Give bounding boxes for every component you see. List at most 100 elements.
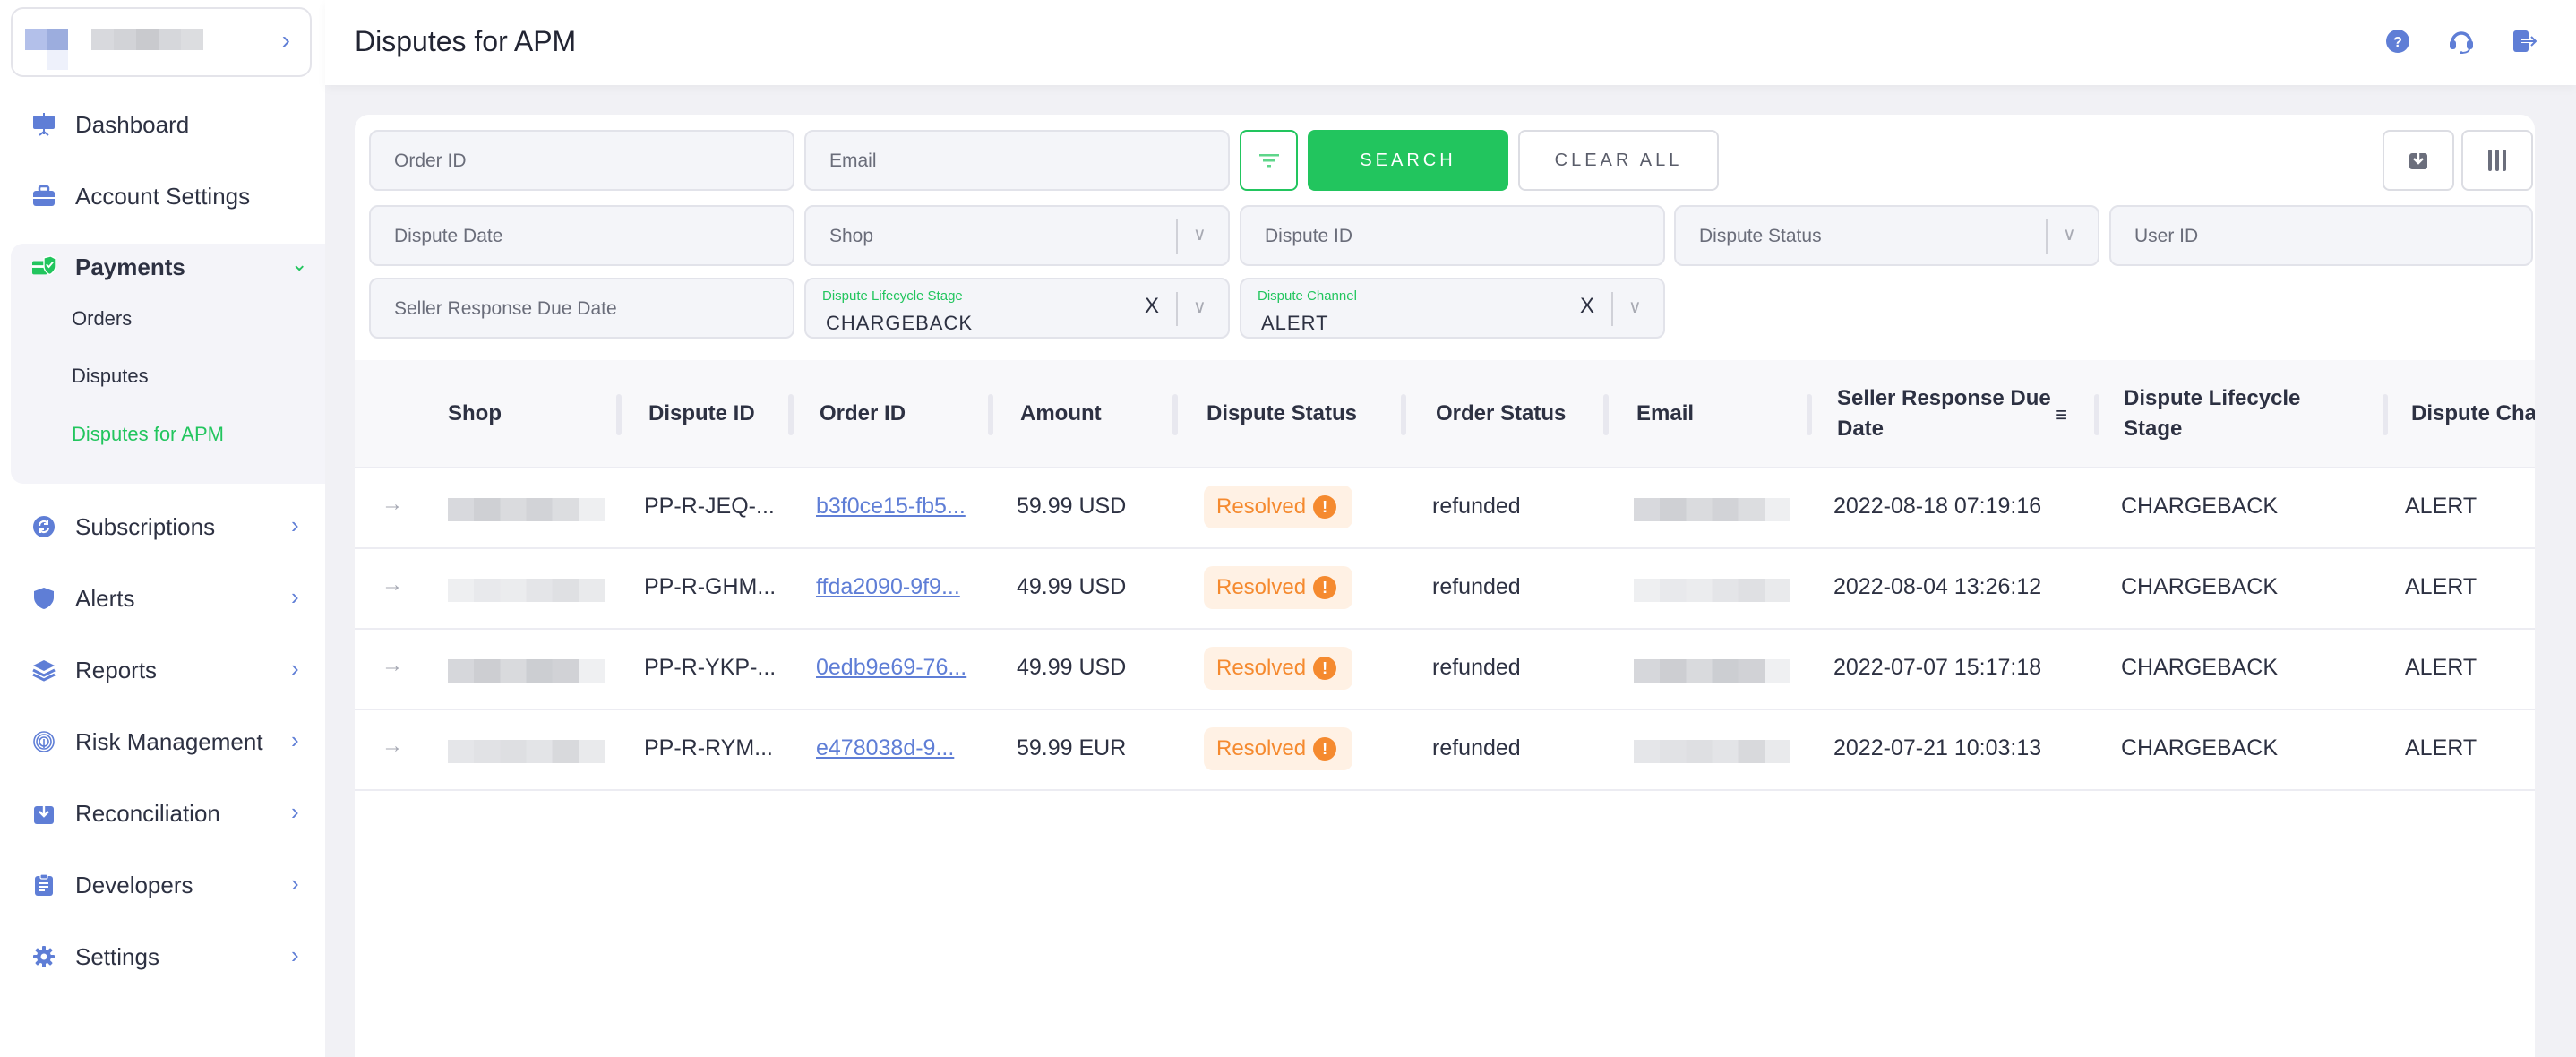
cell-dispute-channel: ALERT — [2405, 574, 2477, 599]
chevron-down-icon[interactable]: ∨ — [1193, 296, 1206, 318]
column-resize-handle[interactable] — [1401, 394, 1406, 435]
dispute-status-select[interactable]: Dispute Status ∨ — [1674, 205, 2099, 266]
cell-order-id-link[interactable]: e478038d-9... — [816, 735, 954, 761]
account-switcher[interactable]: › — [11, 7, 312, 77]
sidebar-subitem-orders[interactable]: Orders — [72, 307, 132, 331]
column-header-seller-response-due-date[interactable]: Seller Response Due Date — [1837, 383, 2070, 444]
column-header-dispute-channel[interactable]: Dispute Cha — [2411, 399, 2535, 429]
expand-row-arrow-icon[interactable]: → — [382, 572, 403, 597]
svg-text:?: ? — [2393, 35, 2402, 50]
expand-row-arrow-icon[interactable]: → — [382, 734, 403, 759]
expand-row-arrow-icon[interactable]: → — [382, 492, 403, 517]
user-id-input[interactable]: User ID — [2109, 205, 2533, 266]
cell-seller-response-due-date: 2022-08-18 07:19:16 — [1833, 494, 2042, 519]
chevron-down-icon[interactable]: ∨ — [2063, 223, 2076, 245]
search-button[interactable]: SEARCH — [1308, 130, 1508, 191]
download-icon — [2409, 150, 2427, 169]
chevron-right-icon[interactable]: › — [291, 941, 299, 969]
table-row[interactable]: → PP-R-RYM... e478038d-9... 59.99 EUR Re… — [355, 710, 2535, 791]
dispute-lifecycle-stage-select[interactable]: Dispute Lifecycle Stage CHARGEBACK X ∨ — [804, 278, 1230, 339]
sidebar: › Dashboard Account Settings Payments ⌄ … — [0, 0, 325, 1057]
order-id-input[interactable]: Order ID — [369, 130, 794, 191]
chevron-right-icon[interactable]: › — [291, 583, 299, 611]
sidebar-item-account-settings[interactable]: Account Settings — [32, 176, 250, 216]
sidebar-item-developers[interactable]: Developers — [32, 865, 193, 905]
headset-icon[interactable] — [2449, 29, 2474, 55]
filter-toggle-button[interactable] — [1240, 130, 1298, 191]
cell-lifecycle-stage: CHARGEBACK — [2121, 574, 2279, 599]
alert-exclamation-icon: ! — [1313, 576, 1337, 599]
columns-button[interactable] — [2461, 130, 2533, 191]
sidebar-item-label: Alerts — [75, 584, 135, 612]
chevron-right-icon[interactable]: › — [291, 655, 299, 683]
columns-icon — [2488, 150, 2506, 171]
column-resize-handle[interactable] — [988, 394, 993, 435]
cell-order-id-link[interactable]: ffda2090-9f9... — [816, 574, 960, 600]
table-row[interactable]: → PP-R-GHM... ffda2090-9f9... 49.99 USD … — [355, 549, 2535, 630]
column-resize-handle[interactable] — [1603, 394, 1609, 435]
column-resize-handle[interactable] — [616, 394, 622, 435]
status-badge-label: Resolved — [1216, 575, 1307, 599]
sidebar-item-alerts[interactable]: Alerts — [32, 579, 134, 618]
select-separator — [2046, 219, 2048, 254]
chevron-down-icon[interactable]: ⌄ — [291, 253, 307, 276]
column-resize-handle[interactable] — [2094, 394, 2099, 435]
gear-icon — [32, 945, 56, 968]
column-header-order-status[interactable]: Order Status — [1436, 399, 1566, 429]
sidebar-item-reconciliation[interactable]: Reconciliation — [32, 794, 220, 833]
table-row[interactable]: → PP-R-YKP-... 0edb9e69-76... 49.99 USD … — [355, 630, 2535, 710]
cell-order-id-link[interactable]: b3f0ce15-fb5... — [816, 494, 966, 520]
email-redacted — [1634, 498, 1790, 521]
cell-order-id-link[interactable]: 0edb9e69-76... — [816, 655, 966, 681]
dispute-channel-select[interactable]: Dispute Channel ALERT X ∨ — [1240, 278, 1665, 339]
export-button[interactable] — [2383, 130, 2454, 191]
sidebar-subitem-disputes[interactable]: Disputes — [72, 365, 149, 388]
cell-amount: 59.99 USD — [1017, 494, 1127, 519]
sidebar-item-subscriptions[interactable]: Subscriptions — [32, 507, 215, 546]
email-input[interactable]: Email — [804, 130, 1230, 191]
sidebar-item-reports[interactable]: Reports — [32, 650, 157, 690]
sidebar-subitem-disputes-for-apm[interactable]: Disputes for APM — [72, 423, 224, 446]
dispute-id-input[interactable]: Dispute ID — [1240, 205, 1665, 266]
column-resize-handle[interactable] — [2383, 394, 2388, 435]
cell-dispute-id: PP-R-JEQ-... — [644, 494, 775, 519]
clear-all-button[interactable]: CLEAR ALL — [1518, 130, 1719, 191]
column-header-shop[interactable]: Shop — [448, 399, 502, 429]
status-badge-label: Resolved — [1216, 656, 1307, 680]
email-redacted — [1634, 579, 1790, 602]
sidebar-item-payments[interactable]: Payments — [32, 247, 185, 287]
help-icon[interactable]: ? — [2385, 29, 2410, 54]
sort-menu-icon[interactable]: ≡ — [2055, 403, 2067, 428]
table-row[interactable]: → PP-R-JEQ-... b3f0ce15-fb5... 59.99 USD… — [355, 468, 2535, 549]
clear-icon[interactable]: X — [1580, 294, 1594, 319]
column-resize-handle[interactable] — [1172, 394, 1178, 435]
chevron-right-icon[interactable]: › — [291, 726, 299, 754]
column-header-amount[interactable]: Amount — [1020, 399, 1102, 429]
column-resize-handle[interactable] — [788, 394, 794, 435]
dispute-date-input[interactable]: Dispute Date — [369, 205, 794, 266]
chevron-down-icon[interactable]: ∨ — [1628, 296, 1642, 318]
clear-icon[interactable]: X — [1145, 294, 1159, 319]
logout-icon[interactable] — [2512, 29, 2538, 54]
chevron-down-icon[interactable]: ∨ — [1193, 223, 1206, 245]
sidebar-item-settings[interactable]: Settings — [32, 937, 159, 976]
column-header-dispute-status[interactable]: Dispute Status — [1206, 399, 1357, 429]
column-header-dispute-id[interactable]: Dispute ID — [648, 399, 755, 429]
shop-redacted — [448, 498, 605, 521]
sidebar-item-risk-management[interactable]: Risk Management — [32, 722, 263, 761]
shop-placeholder: Shop — [829, 226, 874, 246]
page-title: Disputes for APM — [355, 25, 577, 57]
chevron-right-icon[interactable]: › — [291, 511, 299, 539]
scrollbar-track[interactable] — [2535, 115, 2576, 1057]
chevron-right-icon[interactable]: › — [291, 870, 299, 898]
sidebar-item-dashboard[interactable]: Dashboard — [32, 105, 189, 144]
column-header-order-id[interactable]: Order ID — [820, 399, 906, 429]
column-resize-handle[interactable] — [1807, 394, 1812, 435]
chevron-right-icon[interactable]: › — [291, 798, 299, 826]
column-header-email[interactable]: Email — [1636, 399, 1694, 429]
column-header-dispute-lifecycle-stage[interactable]: Dispute Lifecycle Stage — [2124, 383, 2357, 444]
expand-row-arrow-icon[interactable]: → — [382, 653, 403, 678]
shop-select[interactable]: Shop ∨ — [804, 205, 1230, 266]
email-placeholder: Email — [829, 150, 877, 171]
seller-response-due-date-input[interactable]: Seller Response Due Date — [369, 278, 794, 339]
